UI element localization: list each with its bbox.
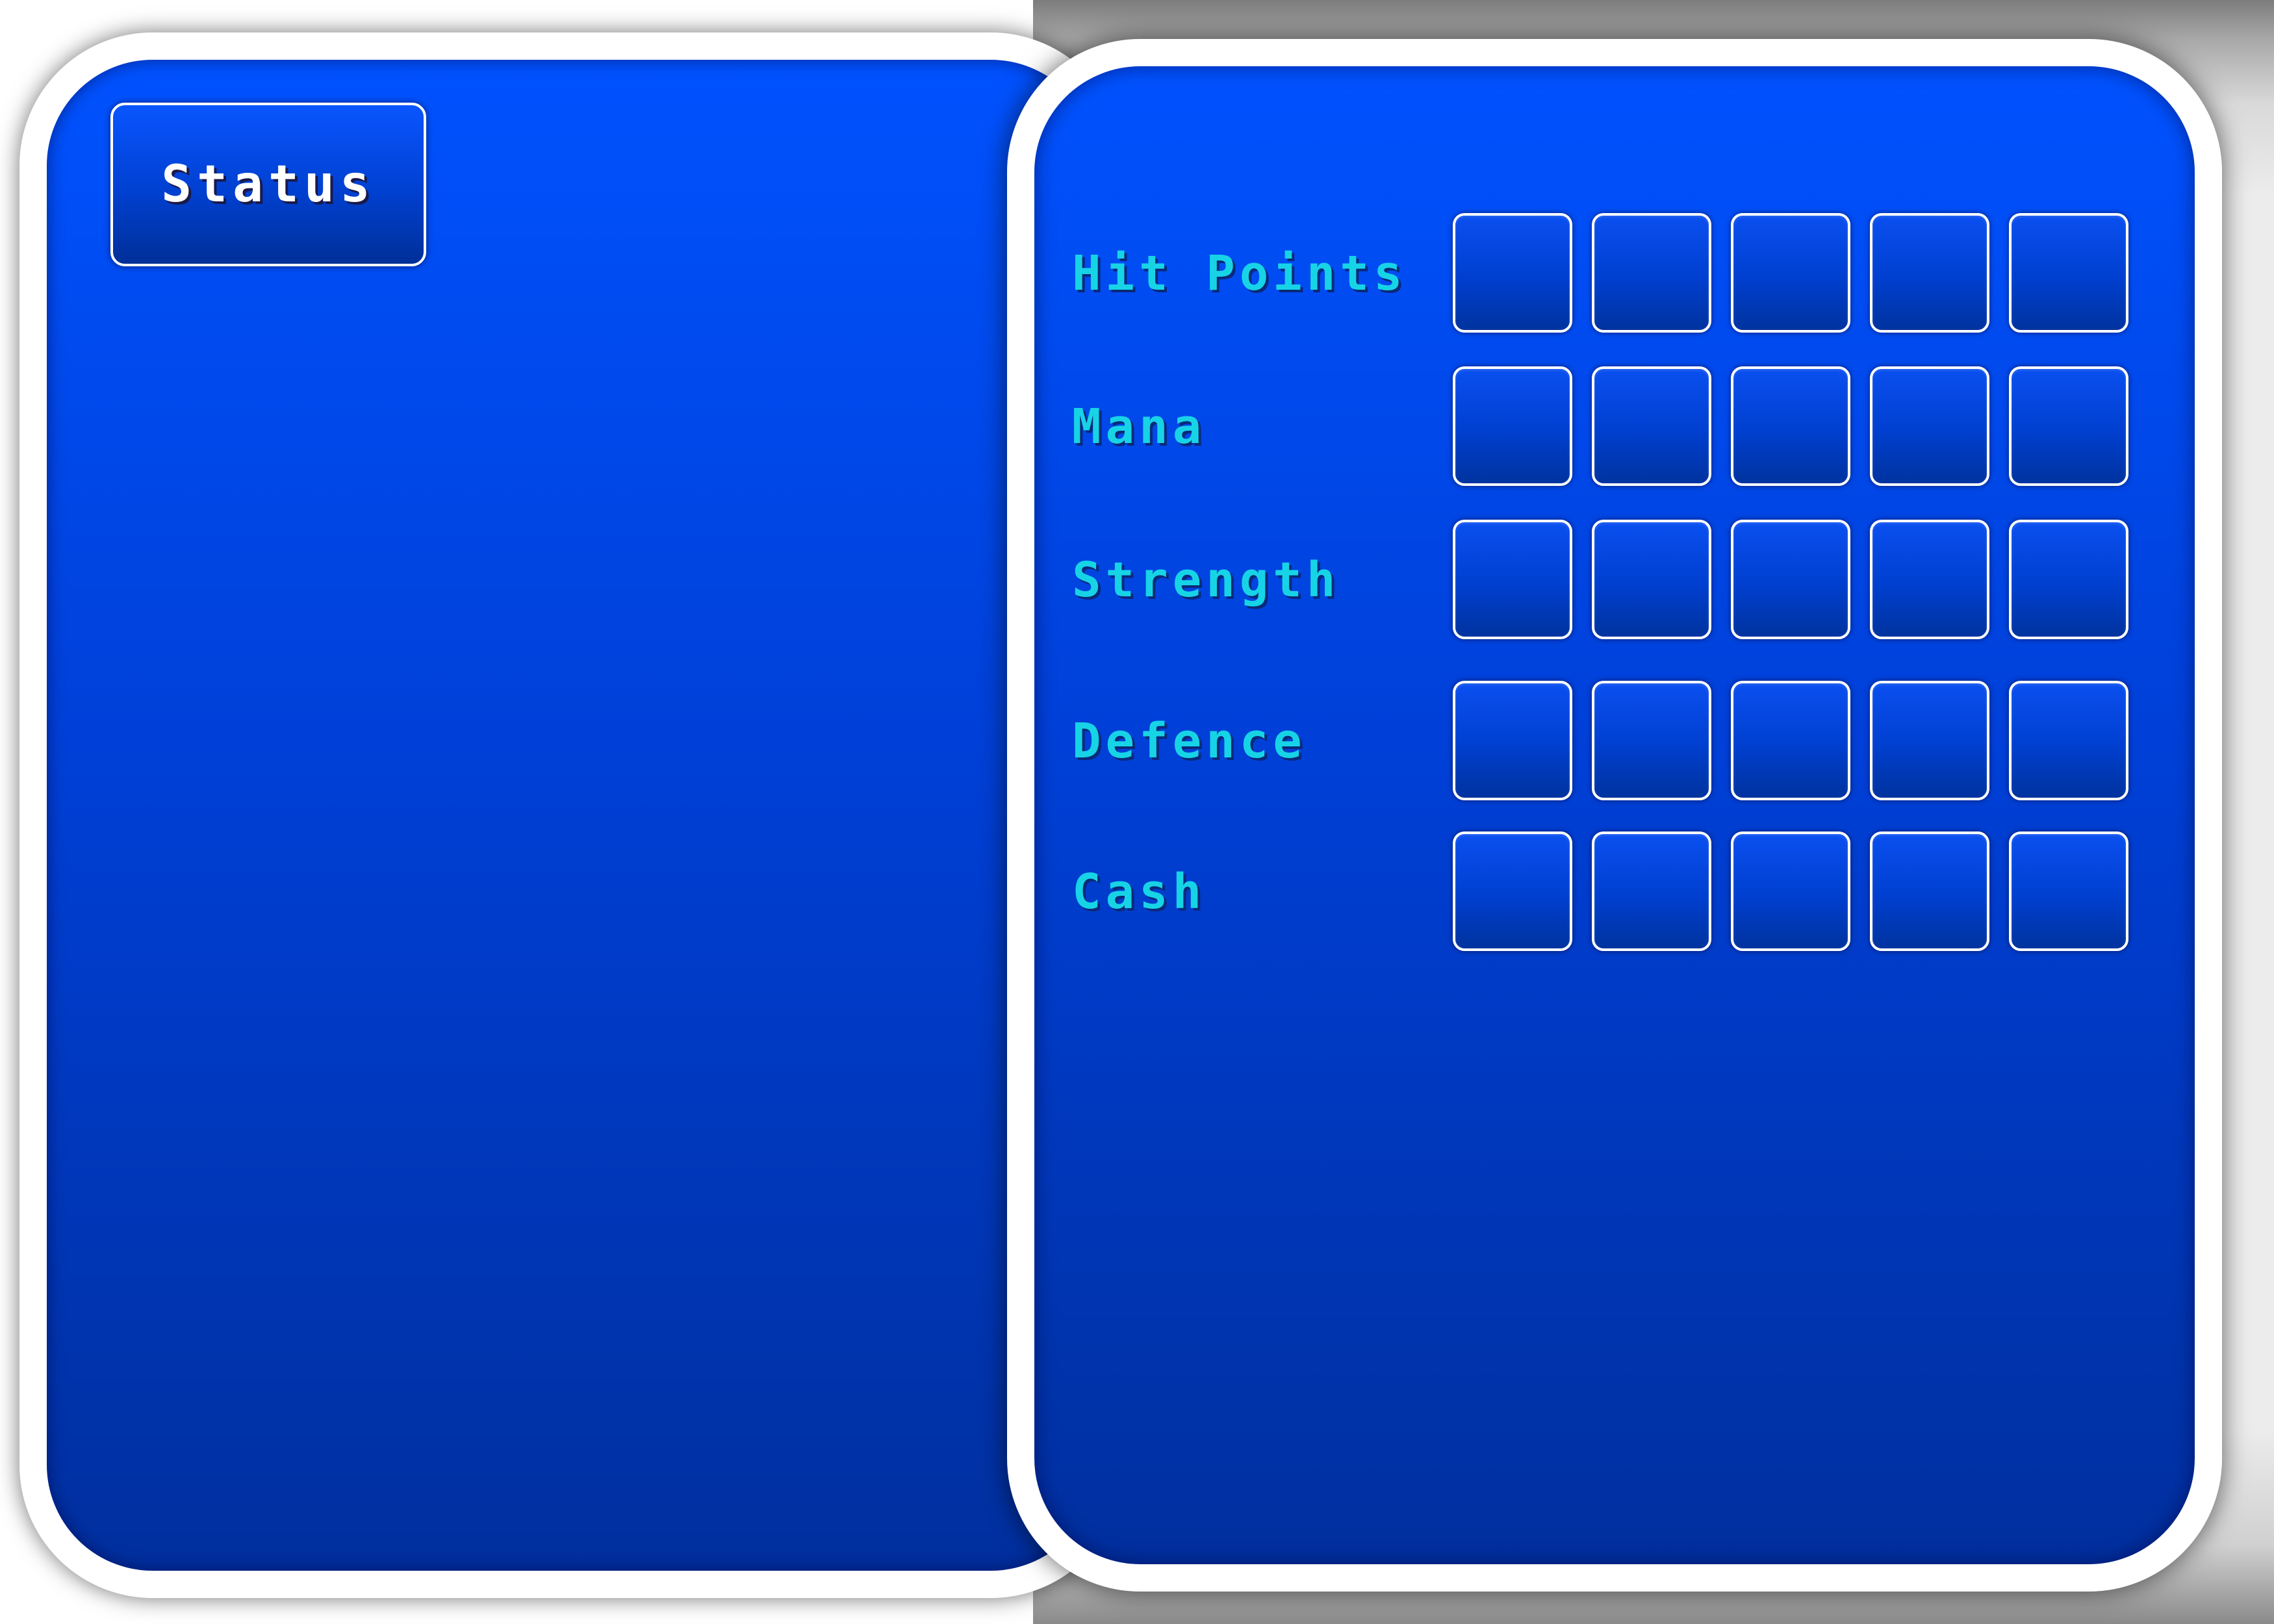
menu-panel — [19, 32, 1124, 1598]
defence-slot[interactable] — [1731, 681, 1850, 800]
strength-slot[interactable] — [1592, 520, 1711, 639]
strength-slot[interactable] — [1453, 520, 1572, 639]
stat-label-defence: Defence — [1072, 713, 1307, 769]
status-button[interactable]: Status — [110, 103, 426, 266]
strength-slot[interactable] — [2009, 520, 2128, 639]
hit-points-slot[interactable] — [1870, 213, 1989, 333]
mana-slot[interactable] — [1592, 366, 1711, 486]
hit-points-slot[interactable] — [1592, 213, 1711, 333]
defence-slot[interactable] — [1592, 681, 1711, 800]
stat-row-cash: Cash — [1072, 831, 2131, 951]
cash-slot[interactable] — [1453, 831, 1572, 951]
hit-points-slot[interactable] — [1731, 213, 1850, 333]
cash-slot[interactable] — [1731, 831, 1850, 951]
stat-label-strength: Strength — [1072, 552, 1340, 608]
stat-row-strength: Strength — [1072, 520, 2131, 639]
cash-slot[interactable] — [2009, 831, 2128, 951]
hit-points-slot[interactable] — [2009, 213, 2128, 333]
stat-row-defence: Defence — [1072, 681, 2131, 800]
stat-label-mana: Mana — [1072, 399, 1207, 455]
strength-slot[interactable] — [1731, 520, 1850, 639]
mana-slot[interactable] — [2009, 366, 2128, 486]
cash-slot[interactable] — [1592, 831, 1711, 951]
stat-row-hit-points: Hit Points — [1072, 213, 2131, 333]
defence-slot[interactable] — [1870, 681, 1989, 800]
mana-slot[interactable] — [1453, 366, 1572, 486]
mana-slot[interactable] — [1731, 366, 1850, 486]
defence-slot[interactable] — [1453, 681, 1572, 800]
stat-row-mana: Mana — [1072, 366, 2131, 486]
stat-label-hit-points: Hit Points — [1072, 246, 1407, 301]
mana-slot[interactable] — [1870, 366, 1989, 486]
hit-points-slot[interactable] — [1453, 213, 1572, 333]
cash-slot[interactable] — [1870, 831, 1989, 951]
stat-label-cash: Cash — [1072, 864, 1207, 920]
defence-slot[interactable] — [2009, 681, 2128, 800]
strength-slot[interactable] — [1870, 520, 1989, 639]
